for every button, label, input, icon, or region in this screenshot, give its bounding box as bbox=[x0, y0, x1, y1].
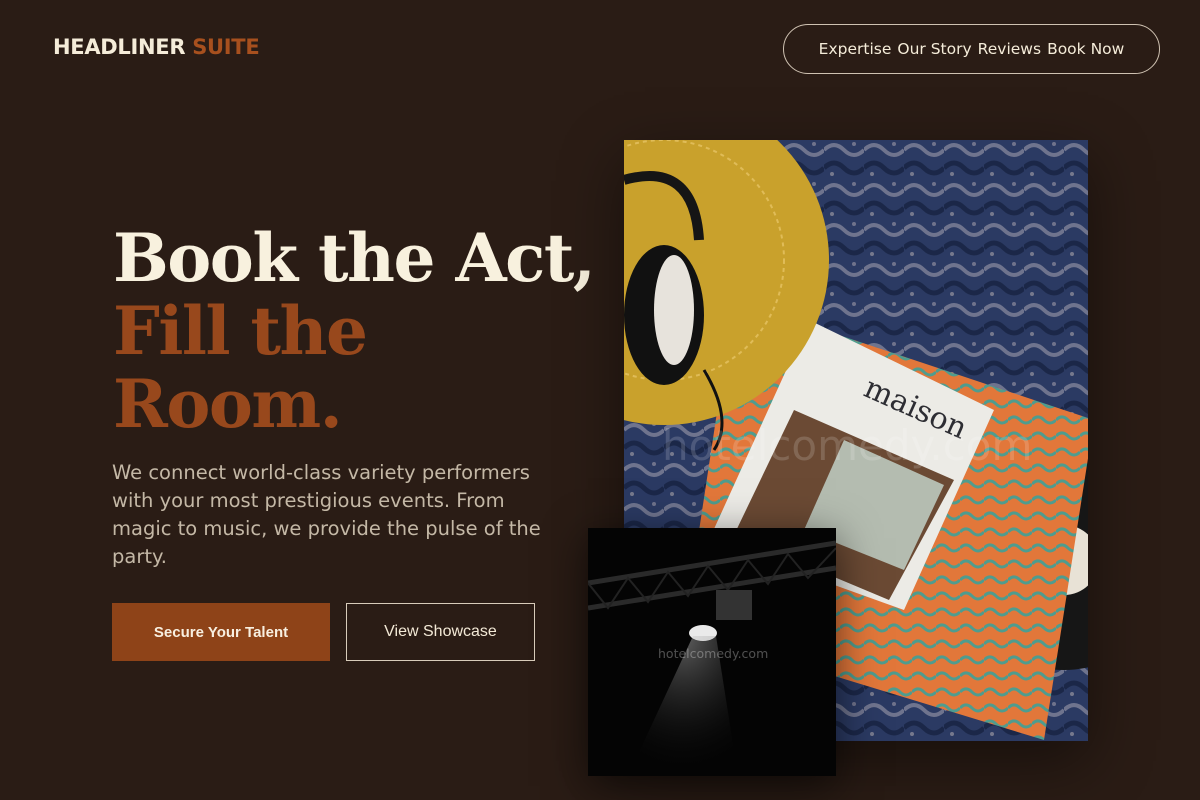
nav-item-reviews[interactable]: Reviews bbox=[978, 40, 1041, 58]
brand-name-accent: SUITE bbox=[192, 35, 260, 59]
nav-item-book-now[interactable]: Book Now bbox=[1047, 40, 1124, 58]
brand-name-primary: HEADLINER bbox=[53, 35, 186, 59]
brand-logo[interactable]: HEADLINER SUITE bbox=[53, 35, 260, 59]
headline-line-1: Book the Act, bbox=[113, 219, 596, 297]
headline-line-3: Room. bbox=[113, 365, 343, 443]
nav-item-our-story[interactable]: Our Story bbox=[897, 40, 971, 58]
headline-line-2: Fill the bbox=[113, 292, 368, 370]
hero-photo-spotlight: hotelcomedy.com bbox=[588, 528, 836, 776]
hero-headline: Book the Act, Fill the Room. bbox=[113, 219, 596, 443]
main-watermark: hotelcomedy.com bbox=[662, 421, 1032, 470]
view-showcase-button[interactable]: View Showcase bbox=[346, 603, 535, 661]
nav-item-expertise[interactable]: Expertise bbox=[819, 40, 892, 58]
main-nav: Expertise Our Story Reviews Book Now bbox=[783, 24, 1160, 74]
spotlight-watermark: hotelcomedy.com bbox=[658, 646, 768, 661]
secure-talent-button[interactable]: Secure Your Talent bbox=[112, 603, 330, 661]
spotlight-illustration: hotelcomedy.com bbox=[588, 528, 836, 776]
hero-description: We connect world-class variety performer… bbox=[112, 461, 541, 568]
